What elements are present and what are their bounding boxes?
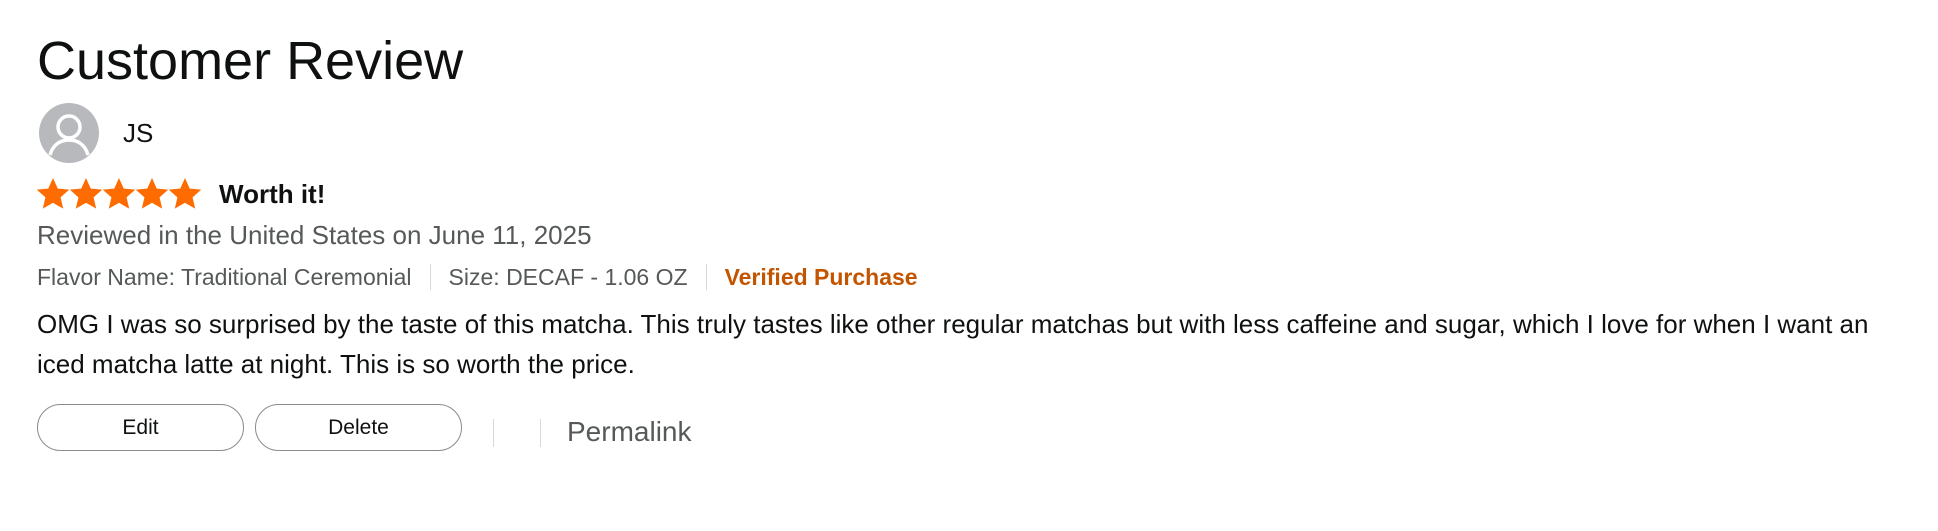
rating-row: Worth it! <box>37 176 1917 212</box>
reviewer-name[interactable]: JS <box>123 118 153 149</box>
filled-star-icon <box>103 178 135 209</box>
filled-star-icon <box>37 178 69 209</box>
divider <box>705 264 707 290</box>
review-format-strip: Flavor Name: Traditional Ceremonial Size… <box>37 260 1917 294</box>
filled-star-icon <box>169 178 201 209</box>
star-rating[interactable] <box>37 178 201 210</box>
avatar <box>39 103 99 163</box>
divider <box>429 264 431 290</box>
flavor-name[interactable]: Flavor Name: Traditional Ceremonial <box>37 264 412 291</box>
customer-review-page: Customer Review JS Worth it! Reviewed in… <box>37 28 1917 451</box>
review-body: OMG I was so surprised by the taste of t… <box>37 309 1869 379</box>
filled-star-icon <box>70 178 102 209</box>
review-title: Worth it! <box>219 178 326 209</box>
delete-button[interactable]: Delete <box>255 404 462 451</box>
size-name[interactable]: Size: DECAF - 1.06 OZ <box>449 264 688 291</box>
verified-purchase-badge: Verified Purchase <box>724 263 918 290</box>
reviewer-profile: JS <box>37 102 1917 164</box>
divider <box>493 418 494 447</box>
divider <box>540 418 541 447</box>
default-user-avatar-icon <box>48 114 90 156</box>
review-date: Reviewed in the United States on June 11… <box>37 220 592 250</box>
page-title: Customer Review <box>37 31 464 91</box>
filled-star-icon <box>136 178 168 209</box>
review-actions: Edit Delete Permalink <box>37 404 1917 451</box>
edit-button[interactable]: Edit <box>37 404 244 451</box>
permalink-link[interactable]: Permalink <box>567 416 691 448</box>
